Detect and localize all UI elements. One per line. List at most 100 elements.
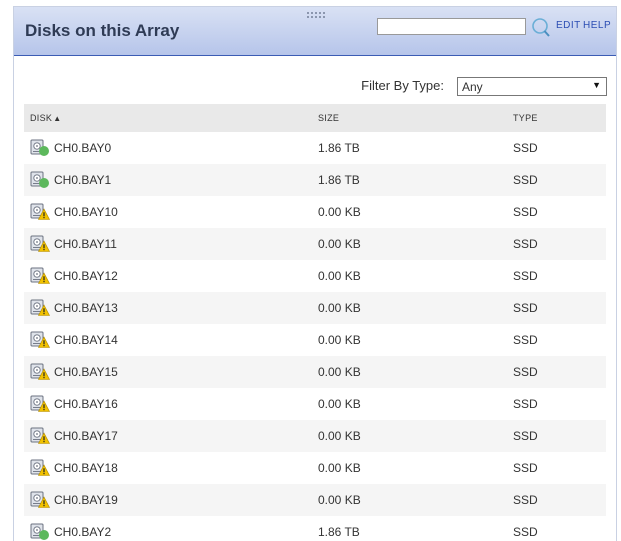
disk-drive-icon xyxy=(30,459,50,477)
disk-name: CH0.BAY17 xyxy=(54,429,118,443)
disk-size: 1.86 TB xyxy=(318,525,360,539)
table-row[interactable]: CH0.BAY13 0.00 KB SSD xyxy=(24,292,606,324)
column-header-size[interactable]: SIZE xyxy=(312,104,507,132)
disk-cell[interactable]: CH0.BAY15 xyxy=(24,356,312,388)
disk-cell[interactable]: CH0.BAY11 xyxy=(24,228,312,260)
disk-name: CH0.BAY19 xyxy=(54,493,118,507)
table-row[interactable]: CH0.BAY16 0.00 KB SSD xyxy=(24,388,606,420)
disk-name: CH0.BAY14 xyxy=(54,333,118,347)
table-row[interactable]: CH0.BAY19 0.00 KB SSD xyxy=(24,484,606,516)
panel-header: Disks on this Array EDIT HELP xyxy=(14,7,616,56)
disk-type: SSD xyxy=(513,141,538,155)
disk-name: CH0.BAY2 xyxy=(54,525,112,539)
search-button[interactable] xyxy=(529,16,551,38)
disk-cell[interactable]: CH0.BAY18 xyxy=(24,452,312,484)
disk-cell[interactable]: CH0.BAY17 xyxy=(24,420,312,452)
disk-type: SSD xyxy=(513,397,538,411)
disk-drive-icon xyxy=(30,203,50,221)
disk-drive-icon xyxy=(30,139,50,157)
table-row[interactable]: CH0.BAY11 0.00 KB SSD xyxy=(24,228,606,260)
disk-table-body: CH0.BAY0 1.86 TB SSD CH0.BAY1 1.86 TB SSD CH0.… xyxy=(24,132,606,541)
disk-cell[interactable]: CH0.BAY1 xyxy=(24,164,312,196)
disk-type: SSD xyxy=(513,205,538,219)
disk-size: 0.00 KB xyxy=(318,397,361,411)
disk-type: SSD xyxy=(513,269,538,283)
disk-size: 0.00 KB xyxy=(318,237,361,251)
disk-drive-icon xyxy=(30,427,50,445)
disk-name: CH0.BAY15 xyxy=(54,365,118,379)
disk-type: SSD xyxy=(513,461,538,475)
chevron-down-icon: ▼ xyxy=(592,80,601,90)
table-row[interactable]: CH0.BAY14 0.00 KB SSD xyxy=(24,324,606,356)
disk-drive-icon xyxy=(30,331,50,349)
table-row[interactable]: CH0.BAY1 1.86 TB SSD xyxy=(24,164,606,196)
disk-cell[interactable]: CH0.BAY16 xyxy=(24,388,312,420)
disk-name: CH0.BAY1 xyxy=(54,173,112,187)
column-header-disk[interactable]: DISK▲ xyxy=(24,104,312,132)
filter-row: Filter By Type: Any ▼ xyxy=(14,77,616,96)
table-header-row: DISK▲ SIZE TYPE xyxy=(24,104,606,132)
table-row[interactable]: CH0.BAY0 1.86 TB SSD xyxy=(24,132,606,164)
disk-cell[interactable]: CH0.BAY12 xyxy=(24,260,312,292)
disk-size: 0.00 KB xyxy=(318,205,361,219)
disk-name: CH0.BAY10 xyxy=(54,205,118,219)
disk-name: CH0.BAY13 xyxy=(54,301,118,315)
disk-name: CH0.BAY12 xyxy=(54,269,118,283)
table-row[interactable]: CH0.BAY18 0.00 KB SSD xyxy=(24,452,606,484)
disk-size: 1.86 TB xyxy=(318,173,360,187)
filter-selected-value: Any xyxy=(462,80,483,94)
disk-drive-icon xyxy=(30,395,50,413)
disk-cell[interactable]: CH0.BAY13 xyxy=(24,292,312,324)
disk-type: SSD xyxy=(513,429,538,443)
disk-type: SSD xyxy=(513,525,538,539)
panel-title: Disks on this Array xyxy=(25,21,180,40)
filter-type-select[interactable]: Any ▼ xyxy=(457,77,607,96)
help-link[interactable]: HELP xyxy=(583,20,611,31)
disk-name: CH0.BAY11 xyxy=(54,237,117,251)
disk-size: 0.00 KB xyxy=(318,365,361,379)
disk-cell[interactable]: CH0.BAY2 xyxy=(24,516,312,541)
disk-type: SSD xyxy=(513,365,538,379)
table-row[interactable]: CH0.BAY2 1.86 TB SSD xyxy=(24,516,606,541)
disk-drive-icon xyxy=(30,363,50,381)
table-row[interactable]: CH0.BAY12 0.00 KB SSD xyxy=(24,260,606,292)
disk-size: 0.00 KB xyxy=(318,461,361,475)
column-header-type[interactable]: TYPE xyxy=(507,104,606,132)
disk-type: SSD xyxy=(513,301,538,315)
disk-size: 0.00 KB xyxy=(318,269,361,283)
disk-cell[interactable]: CH0.BAY10 xyxy=(24,196,312,228)
disk-size: 0.00 KB xyxy=(318,493,361,507)
disk-name: CH0.BAY18 xyxy=(54,461,118,475)
disk-cell[interactable]: CH0.BAY19 xyxy=(24,484,312,516)
disk-type: SSD xyxy=(513,333,538,347)
search-input[interactable] xyxy=(377,18,526,35)
disk-size: 1.86 TB xyxy=(318,141,360,155)
disk-cell[interactable]: CH0.BAY0 xyxy=(24,132,312,164)
disk-drive-icon xyxy=(30,267,50,285)
disk-size: 0.00 KB xyxy=(318,333,361,347)
disk-name: CH0.BAY16 xyxy=(54,397,118,411)
column-header-size-label: SIZE xyxy=(318,113,340,123)
disks-panel: Disks on this Array EDIT HELP Filter By … xyxy=(13,6,617,541)
disk-type: SSD xyxy=(513,237,538,251)
drag-handle-icon[interactable] xyxy=(306,11,326,19)
search-icon xyxy=(532,18,550,37)
edit-link[interactable]: EDIT xyxy=(556,20,581,31)
disk-drive-icon xyxy=(30,235,50,253)
disk-type: SSD xyxy=(513,173,538,187)
disk-drive-icon xyxy=(30,523,50,541)
disk-size: 0.00 KB xyxy=(318,429,361,443)
table-row[interactable]: CH0.BAY17 0.00 KB SSD xyxy=(24,420,606,452)
table-row[interactable]: CH0.BAY10 0.00 KB SSD xyxy=(24,196,606,228)
column-header-disk-label: DISK xyxy=(30,113,53,123)
sort-ascending-icon: ▲ xyxy=(53,114,62,123)
column-header-type-label: TYPE xyxy=(513,113,538,123)
filter-label: Filter By Type: xyxy=(361,78,444,93)
table-row[interactable]: CH0.BAY15 0.00 KB SSD xyxy=(24,356,606,388)
disk-name: CH0.BAY0 xyxy=(54,141,112,155)
disk-type: SSD xyxy=(513,493,538,507)
disk-drive-icon xyxy=(30,171,50,189)
disk-size: 0.00 KB xyxy=(318,301,361,315)
disk-drive-icon xyxy=(30,491,50,509)
disk-cell[interactable]: CH0.BAY14 xyxy=(24,324,312,356)
